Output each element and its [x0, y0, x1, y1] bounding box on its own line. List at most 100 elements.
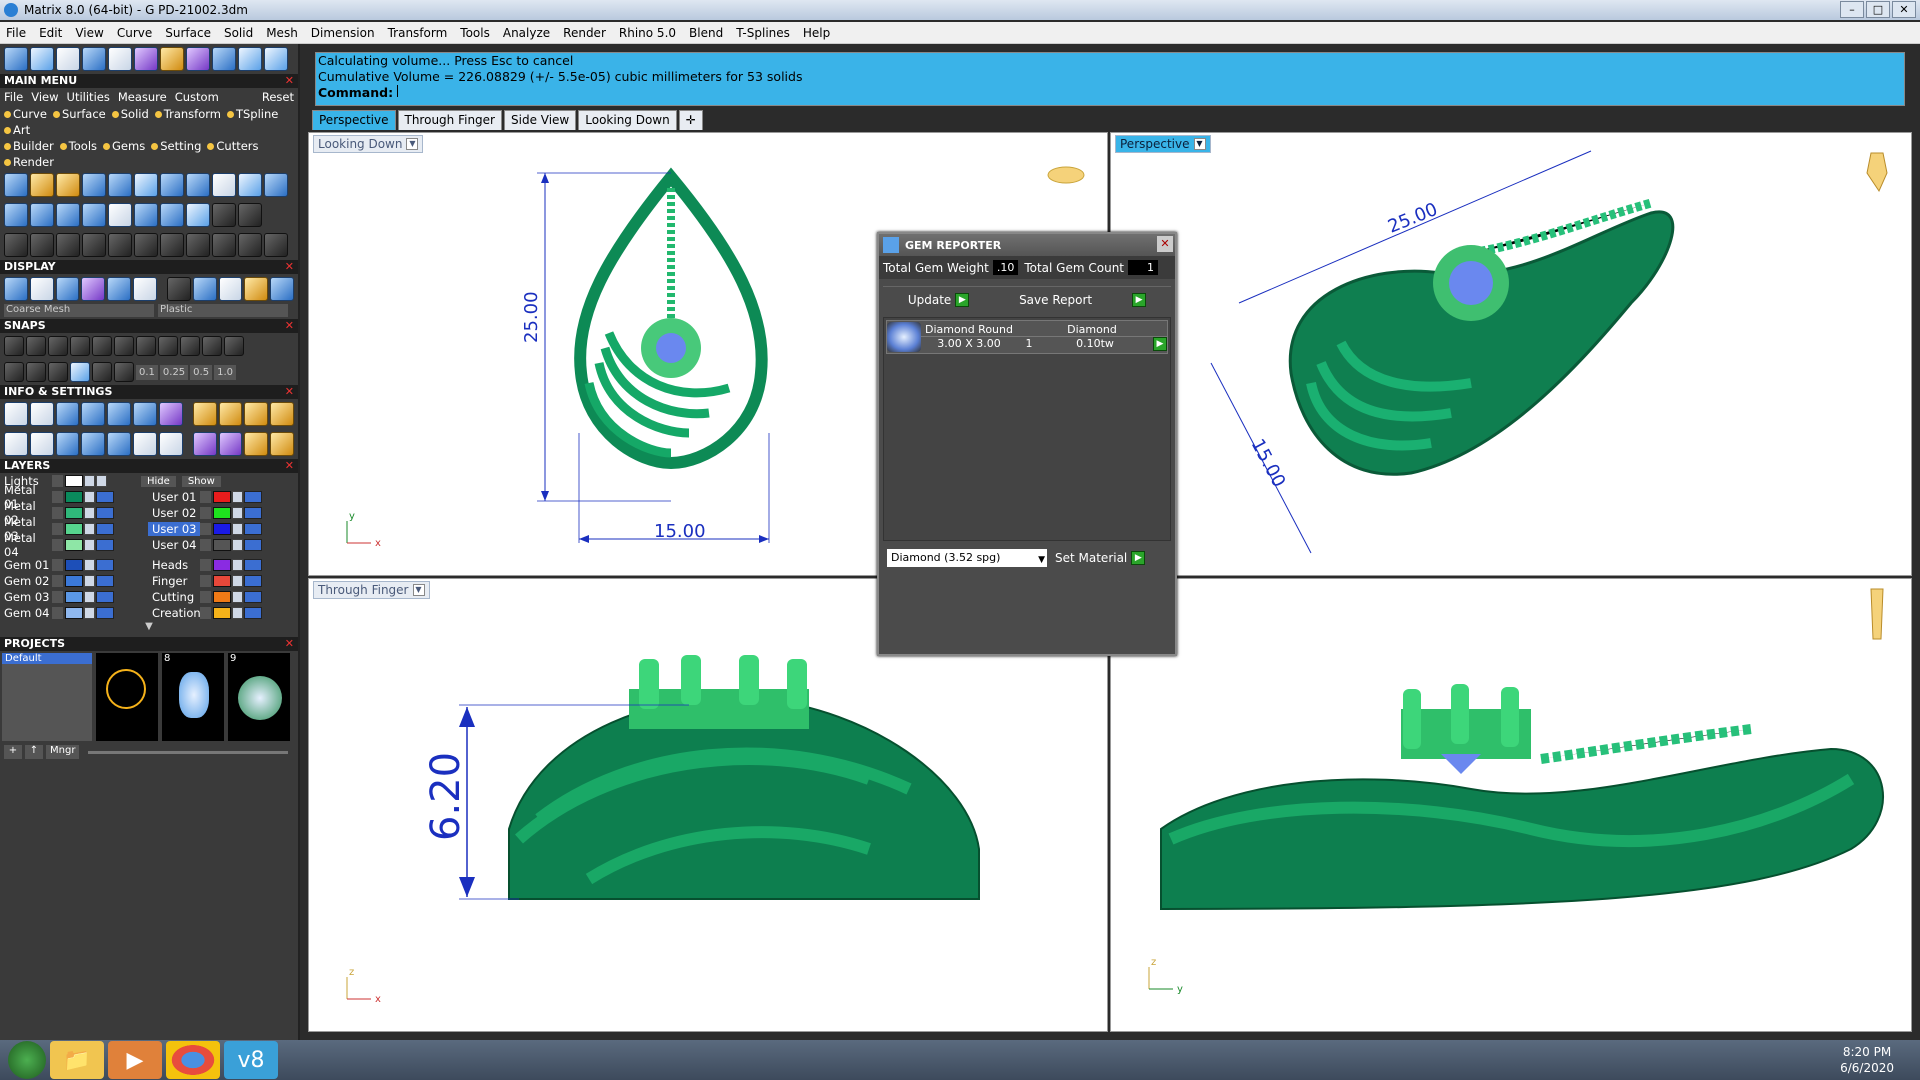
open-folder-icon[interactable] [212, 47, 236, 71]
frames3-icon[interactable] [270, 402, 294, 426]
close-icon[interactable]: ✕ [285, 74, 294, 88]
sub-utilities[interactable]: Utilities [67, 90, 110, 104]
material-select[interactable]: Diamond (3.52 spg) ▼ [887, 549, 1047, 567]
move-cross-icon[interactable] [108, 233, 132, 257]
curve-tool-icon[interactable] [4, 173, 28, 197]
links-icon[interactable] [238, 203, 262, 227]
expand-arrow-icon[interactable] [52, 475, 63, 487]
zoom-icon[interactable] [29, 402, 54, 426]
snap-near-icon[interactable] [26, 336, 46, 356]
sphere-blue-icon[interactable] [192, 277, 217, 301]
sub-measure[interactable]: Measure [118, 90, 167, 104]
pointer-icon[interactable] [133, 432, 157, 456]
window-view-icon[interactable] [29, 432, 54, 456]
layer-color-swatch[interactable] [213, 523, 231, 535]
layer-color-swatch[interactable] [213, 607, 231, 619]
project-thumb[interactable] [96, 653, 158, 741]
tab-through-finger[interactable]: Through Finger [397, 110, 502, 130]
mm-tools[interactable]: Tools [60, 139, 97, 153]
explorer-icon[interactable]: 📁 [50, 1041, 104, 1079]
gumball-icon[interactable] [114, 362, 134, 382]
splitter-handle[interactable] [883, 279, 1171, 287]
ring-icon[interactable] [4, 203, 28, 227]
layer-row[interactable]: User 01 [148, 489, 296, 505]
pillar-icon[interactable] [81, 432, 106, 456]
snap-end-icon[interactable] [4, 336, 24, 356]
panel-icon[interactable] [264, 173, 288, 197]
sub-custom[interactable]: Custom [175, 90, 219, 104]
menu-tsplines[interactable]: T-Splines [736, 26, 790, 40]
planar-icon[interactable] [48, 362, 68, 382]
sphere-gem-icon[interactable] [270, 277, 294, 301]
sub-file[interactable]: File [4, 90, 23, 104]
gem-tool-icon[interactable] [82, 173, 106, 197]
menu-dimension[interactable]: Dimension [311, 26, 375, 40]
scale-icon[interactable] [212, 233, 236, 257]
render-scene4-icon[interactable] [270, 432, 294, 456]
mm-setting[interactable]: Setting [151, 139, 201, 153]
set-material-button[interactable]: Set Material ▶ [1055, 551, 1146, 565]
move-icon[interactable] [4, 233, 28, 257]
close-button[interactable]: ✕ [1892, 1, 1916, 18]
layer-color-swatch[interactable] [65, 575, 83, 587]
render-scene2-icon[interactable] [218, 432, 243, 456]
collapse-handle[interactable]: ▼ [0, 621, 298, 637]
layer-color-swatch[interactable] [65, 559, 83, 571]
trim-icon[interactable] [134, 233, 158, 257]
mm-solid[interactable]: Solid [112, 107, 149, 121]
arrow-tool-icon[interactable] [134, 203, 158, 227]
ghost-icon[interactable] [29, 277, 54, 301]
props-icon[interactable] [192, 402, 217, 426]
close-icon[interactable]: ✕ [1157, 236, 1173, 252]
visible-icon[interactable] [96, 475, 107, 487]
layer-color-swatch[interactable] [65, 523, 83, 535]
add-tab-button[interactable]: ✛ [678, 110, 703, 130]
layer-row-selected[interactable]: User 03 [148, 521, 296, 537]
layer-row[interactable]: User 02 [148, 505, 296, 521]
sphere-wire-icon[interactable] [166, 277, 191, 301]
media-player-icon[interactable]: ▶ [108, 1041, 162, 1079]
cubes-icon[interactable] [55, 432, 80, 456]
maximize-button[interactable]: □ [1866, 1, 1890, 18]
select-icon[interactable] [30, 47, 54, 71]
frames2-icon[interactable] [244, 402, 269, 426]
menu-mesh[interactable]: Mesh [266, 26, 298, 40]
add-project-button[interactable]: + [4, 745, 22, 759]
mm-cutters[interactable]: Cutters [207, 139, 258, 153]
gem-list-row[interactable]: Diamond Round Diamond 3.00 X 3.00 1 0.10tw ▶ [886, 320, 1168, 354]
mm-surface[interactable]: Surface [53, 107, 106, 121]
layer-color-swatch[interactable] [213, 491, 231, 503]
menu-edit[interactable]: Edit [39, 26, 62, 40]
tab-perspective[interactable]: Perspective [312, 110, 396, 130]
surface-tool-icon[interactable] [82, 203, 106, 227]
project-thumb[interactable]: 9 [228, 653, 290, 741]
page-icon[interactable] [108, 203, 132, 227]
layer-color-swatch[interactable] [65, 591, 83, 603]
ortho-icon[interactable] [26, 362, 46, 382]
explode-icon[interactable] [160, 233, 184, 257]
update-button[interactable]: Update ▶ [908, 293, 970, 307]
shaded-icon[interactable] [55, 277, 80, 301]
menu-render[interactable]: Render [563, 26, 606, 40]
menu-view[interactable]: View [75, 26, 103, 40]
view-cube-icon[interactable] [1047, 166, 1085, 184]
snap-vertex-icon[interactable] [224, 336, 244, 356]
grid-snap-icon[interactable] [4, 362, 24, 382]
copy-icon[interactable] [82, 233, 106, 257]
project-list[interactable]: Default [2, 653, 92, 741]
menu-transform[interactable]: Transform [388, 26, 448, 40]
sub-view[interactable]: View [31, 90, 58, 104]
settings-icon[interactable] [4, 402, 28, 426]
back-arrow-icon[interactable] [238, 47, 262, 71]
pave-icon[interactable] [108, 173, 132, 197]
camera-icon[interactable] [212, 173, 236, 197]
image-icon[interactable] [158, 432, 183, 456]
bend-icon[interactable] [56, 233, 80, 257]
close-icon[interactable]: ✕ [285, 459, 294, 473]
sphere-tool-icon[interactable] [160, 173, 184, 197]
sphere-gold-icon[interactable] [244, 277, 269, 301]
cylinder-icon[interactable] [186, 47, 210, 71]
layer-row[interactable]: Gem 04 [0, 605, 148, 621]
project-default[interactable]: Default [2, 653, 92, 664]
forward-arrow-icon[interactable] [264, 47, 288, 71]
